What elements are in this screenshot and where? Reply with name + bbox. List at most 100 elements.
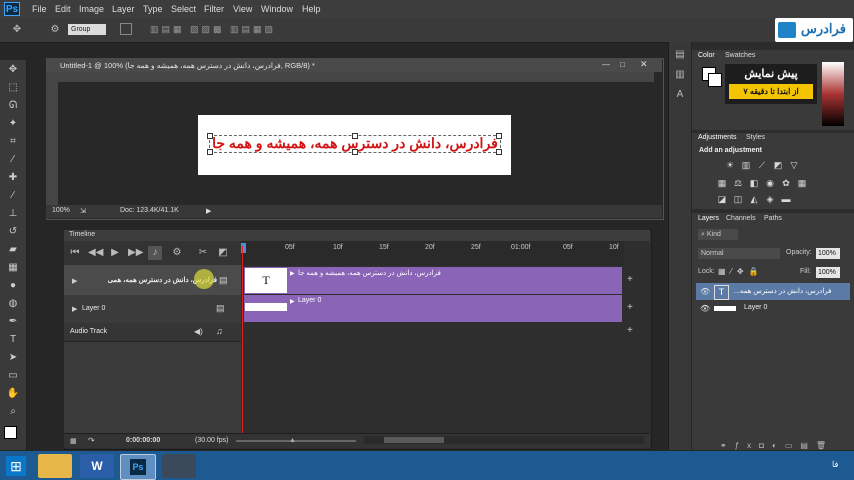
minimize-icon[interactable]: — bbox=[602, 60, 610, 69]
exposure-icon[interactable]: ◩ bbox=[773, 160, 783, 170]
split-scissors-icon[interactable]: ✂ bbox=[196, 246, 210, 260]
horizontal-scrollbar[interactable] bbox=[364, 436, 644, 444]
visibility-eye-icon[interactable]: 👁 bbox=[700, 287, 710, 296]
lock-icons[interactable]: ▦⁄✥🔒 bbox=[718, 267, 764, 276]
file-explorer-icon[interactable] bbox=[38, 454, 72, 478]
fill-field[interactable]: 100% bbox=[816, 267, 840, 278]
eyedropper-icon[interactable]: ⁄ bbox=[5, 152, 21, 168]
play-icon[interactable]: ▶ bbox=[108, 246, 122, 260]
expand-arrow-icon[interactable]: ▶ bbox=[72, 305, 77, 313]
tab-swatches[interactable]: Swatches bbox=[725, 52, 755, 62]
menu-image[interactable]: Image bbox=[79, 4, 104, 14]
settings-icon[interactable]: ⚙ bbox=[170, 246, 184, 260]
tab-layers[interactable]: Layers bbox=[698, 215, 719, 225]
clip-expand-icon[interactable]: ▶ bbox=[290, 298, 295, 305]
blend-mode-select[interactable]: Normal bbox=[698, 248, 780, 259]
crop-tool-icon[interactable]: ⌗ bbox=[5, 134, 21, 150]
scrollbar-thumb[interactable] bbox=[384, 437, 444, 443]
marquee-tool-icon[interactable]: ⬚ bbox=[5, 80, 21, 96]
zoom-level[interactable]: 100% bbox=[52, 207, 70, 214]
zoom-slider-thumb[interactable]: ▲ bbox=[289, 437, 296, 444]
brightness-icon[interactable]: ☀ bbox=[725, 160, 735, 170]
layer-row-text[interactable]: 👁 T فرادرس، دانش در دسترس همه... bbox=[696, 283, 850, 300]
track-header-audio[interactable]: Audio Track ◀) ♫ bbox=[64, 323, 241, 342]
lasso-tool-icon[interactable]: ᘏ bbox=[5, 98, 21, 114]
move-icon[interactable]: ✥ bbox=[10, 23, 24, 37]
tab-color[interactable]: Color bbox=[698, 52, 715, 62]
timeline-title[interactable]: Timeline bbox=[69, 231, 95, 238]
expand-arrow-icon[interactable]: ▶ bbox=[72, 277, 77, 285]
magic-wand-icon[interactable]: ✦ bbox=[5, 116, 21, 132]
hand-tool-icon[interactable]: ✋ bbox=[5, 386, 21, 402]
align-icons[interactable]: ▥▤▦ ▨▧▩ ▥▤▦▨ bbox=[150, 24, 310, 36]
black-white-icon[interactable]: ◧ bbox=[749, 178, 759, 188]
menu-window[interactable]: Window bbox=[261, 4, 293, 14]
film-strip-icon[interactable]: ▤ bbox=[219, 275, 228, 286]
add-media-icon[interactable]: + bbox=[627, 302, 633, 313]
bg-color-chip[interactable] bbox=[708, 73, 722, 87]
menu-select[interactable]: Select bbox=[171, 4, 196, 14]
photo-filter-icon[interactable]: ◉ bbox=[765, 178, 775, 188]
history-panel-icon[interactable]: ▤ bbox=[673, 48, 687, 62]
invert-icon[interactable]: ◪ bbox=[717, 194, 727, 204]
gradient-map-icon[interactable]: ▬ bbox=[781, 194, 791, 204]
add-audio-icon[interactable]: + bbox=[627, 325, 633, 336]
word-icon[interactable]: W bbox=[80, 454, 114, 478]
brush-tool-icon[interactable]: ∕ bbox=[5, 188, 21, 204]
zoom-slider[interactable] bbox=[236, 440, 356, 442]
audio-icon[interactable]: ♪ bbox=[148, 246, 162, 260]
tab-paths[interactable]: Paths bbox=[764, 215, 782, 225]
maximize-icon[interactable]: □ bbox=[620, 60, 625, 69]
clip-text-layer[interactable]: T ▶ فرادرس، دانش در دسترس همه، همیشه و ه… bbox=[244, 267, 622, 294]
menu-file[interactable]: File bbox=[32, 4, 47, 14]
tab-styles[interactable]: Styles bbox=[746, 134, 765, 144]
menu-view[interactable]: View bbox=[233, 4, 252, 14]
auto-select-dropdown[interactable]: Group bbox=[68, 24, 106, 35]
selective-color-icon[interactable]: ◈ bbox=[765, 194, 775, 204]
next-frame-icon[interactable]: ▶▶ bbox=[128, 246, 143, 260]
language-indicator[interactable]: فا bbox=[832, 460, 838, 469]
menu-help[interactable]: Help bbox=[302, 4, 321, 14]
character-panel-icon[interactable]: A bbox=[673, 88, 687, 102]
menu-layer[interactable]: Layer bbox=[112, 4, 135, 14]
pen-tool-icon[interactable]: ✒ bbox=[5, 314, 21, 330]
previous-frame-icon[interactable]: ◀◀ bbox=[88, 246, 103, 260]
status-menu-arrow-icon[interactable]: ▶ bbox=[206, 207, 211, 215]
path-selection-icon[interactable]: ➤ bbox=[5, 350, 21, 366]
photoshop-taskbar-icon[interactable]: Ps bbox=[120, 454, 156, 480]
threshold-icon[interactable]: ◭ bbox=[749, 194, 759, 204]
add-media-icon[interactable]: + bbox=[627, 274, 633, 285]
filter-kind-select[interactable]: ⌕ Kind bbox=[698, 229, 738, 240]
track-header-text-layer[interactable]: ▶ فرادرس، دانش در دسترس همه، همی ▤ bbox=[64, 265, 241, 296]
music-note-icon[interactable]: ♫ bbox=[216, 326, 223, 336]
color-lookup-icon[interactable]: ▦ bbox=[797, 178, 807, 188]
film-strip-icon[interactable]: ▤ bbox=[216, 303, 225, 314]
render-video-icon[interactable]: ▦ bbox=[70, 437, 77, 445]
menu-edit[interactable]: Edit bbox=[55, 4, 71, 14]
history-brush-icon[interactable]: ↺ bbox=[5, 224, 21, 240]
convert-frame-icon[interactable]: ↷ bbox=[88, 436, 95, 445]
foreground-color-swatch[interactable] bbox=[4, 426, 17, 439]
export-icon[interactable]: ⇲ bbox=[80, 207, 86, 215]
start-button[interactable]: ⊞ bbox=[6, 456, 26, 476]
tab-adjustments[interactable]: Adjustments bbox=[698, 134, 737, 144]
clip-expand-icon[interactable]: ▶ bbox=[290, 270, 295, 277]
color-ramp[interactable] bbox=[822, 62, 844, 126]
channel-mixer-icon[interactable]: ✿ bbox=[781, 178, 791, 188]
visibility-eye-icon[interactable]: 👁 bbox=[700, 304, 710, 313]
tab-channels[interactable]: Channels bbox=[726, 215, 756, 225]
canvas-text-layer[interactable]: فرادرس، دانش در دسترس همه، همیشه و همه ج… bbox=[205, 133, 505, 153]
gradient-icon[interactable]: ▦ bbox=[5, 260, 21, 276]
clone-stamp-icon[interactable]: ⊥ bbox=[5, 206, 21, 222]
opacity-field[interactable]: 100% bbox=[816, 248, 840, 259]
clip-layer-0[interactable]: ▶ Layer 0 bbox=[244, 295, 622, 322]
type-tool-icon[interactable]: T bbox=[5, 332, 21, 348]
color-balance-icon[interactable]: ⚖ bbox=[733, 178, 743, 188]
transition-icon[interactable]: ◩ bbox=[216, 246, 230, 260]
healing-brush-icon[interactable]: ✚ bbox=[5, 170, 21, 186]
layer-row-layer-0[interactable]: 👁 Layer 0 bbox=[696, 300, 850, 317]
auto-select-icon[interactable]: ⚙ bbox=[48, 23, 62, 37]
menu-type[interactable]: Type bbox=[143, 4, 163, 14]
track-header-layer-0[interactable]: ▶ Layer 0 ▤ bbox=[64, 295, 241, 324]
dodge-tool-icon[interactable]: ◍ bbox=[5, 296, 21, 312]
